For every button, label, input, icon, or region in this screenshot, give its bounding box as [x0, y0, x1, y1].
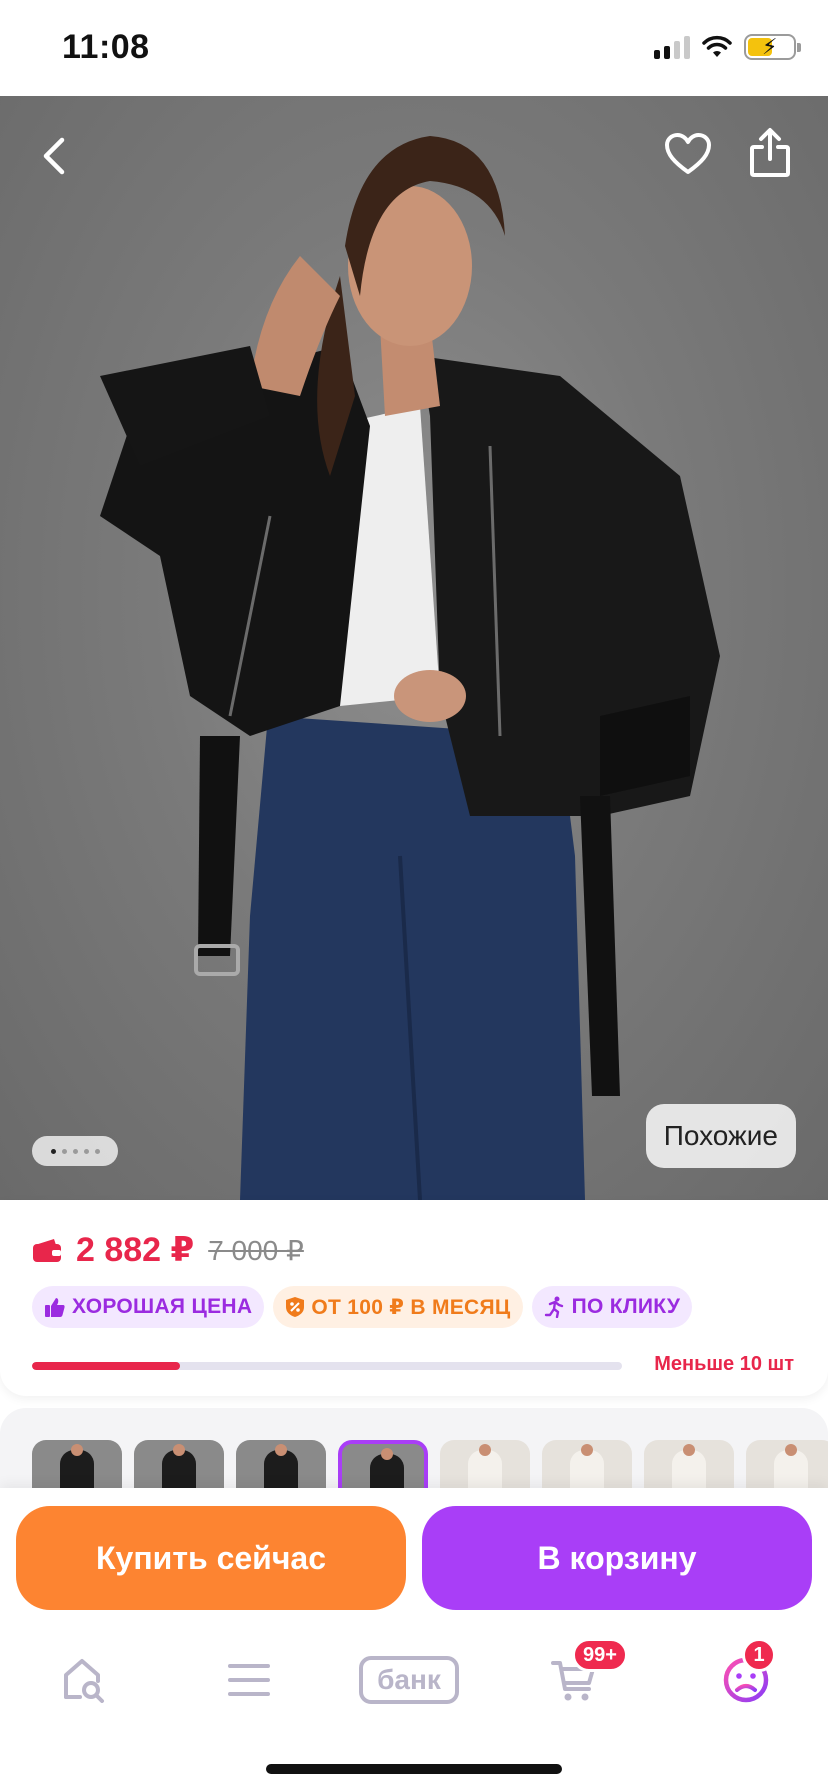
- bank-logo: банк: [359, 1656, 459, 1704]
- tab-bar: банк 99+ 1: [0, 1628, 828, 1792]
- status-icons: ⚡: [654, 34, 801, 60]
- heart-outline-icon: [665, 133, 711, 174]
- image-pager: [32, 1136, 118, 1166]
- badge-list: ХОРОШАЯ ЦЕНА ОТ 100 ₽ В МЕСЯЦ ПО КЛИКУ: [32, 1286, 693, 1328]
- badge-one-click[interactable]: ПО КЛИКУ: [531, 1286, 693, 1328]
- home-indicator: [266, 1764, 562, 1774]
- share-button[interactable]: [748, 124, 792, 182]
- price-current: 2 882 ₽: [76, 1231, 195, 1269]
- pager-dot: [72, 1148, 78, 1154]
- buy-now-button[interactable]: Купить сейчас: [16, 1506, 406, 1610]
- status-bar: 11:08 ⚡: [0, 0, 828, 96]
- running-person-icon: [544, 1296, 563, 1318]
- price-row: 2 882 ₽ 7 000 ₽: [32, 1230, 304, 1270]
- wifi-icon: [702, 35, 732, 57]
- action-bar: Купить сейчас В корзину: [0, 1488, 828, 1628]
- tab-home[interactable]: [44, 1648, 124, 1712]
- badge-good-price[interactable]: ХОРОШАЯ ЦЕНА: [32, 1286, 265, 1328]
- product-photo-model: [100, 136, 720, 1200]
- badge-label: ПО КЛИКУ: [571, 1295, 681, 1318]
- pager-dot: [50, 1148, 56, 1154]
- thumbs-up-icon: [45, 1298, 65, 1317]
- stock-progress-bar: [32, 1362, 622, 1370]
- similar-button[interactable]: Похожие: [645, 1104, 796, 1168]
- tab-catalog[interactable]: [209, 1648, 289, 1712]
- price-card: 2 882 ₽ 7 000 ₽ ХОРОШАЯ ЦЕНА ОТ 100 ₽ В …: [0, 1200, 828, 1396]
- back-button[interactable]: [30, 128, 78, 184]
- badge-label: ОТ 100 ₽ В МЕСЯЦ: [311, 1295, 511, 1319]
- status-time: 11:08: [62, 28, 150, 66]
- pager-dot: [83, 1148, 89, 1154]
- cellular-signal-icon: [654, 35, 690, 59]
- pager-dot: [61, 1148, 67, 1154]
- share-icon: [750, 128, 790, 177]
- cart-count-badge: 99+: [572, 1638, 628, 1672]
- tab-cart[interactable]: 99+: [534, 1638, 628, 1712]
- menu-icon: [228, 1664, 270, 1696]
- profile-count-badge: 1: [742, 1638, 776, 1672]
- pager-dot: [94, 1148, 100, 1154]
- add-to-cart-button[interactable]: В корзину: [422, 1506, 812, 1610]
- home-search-icon: [64, 1659, 104, 1703]
- battery-charging-icon: ⚡: [744, 34, 801, 60]
- thumbnail-strip: [0, 1408, 828, 1498]
- tab-profile[interactable]: 1: [706, 1638, 786, 1712]
- tab-bank[interactable]: банк: [354, 1648, 464, 1712]
- price-old: 7 000 ₽: [208, 1234, 304, 1266]
- badge-label: ХОРОШАЯ ЦЕНА: [72, 1295, 253, 1318]
- stock-label: Меньше 10 шт: [654, 1353, 794, 1375]
- product-image[interactable]: Похожие: [0, 96, 828, 1200]
- badge-installment[interactable]: ОТ 100 ₽ В МЕСЯЦ: [273, 1286, 523, 1328]
- percent-shield-icon: [286, 1297, 305, 1317]
- wallet-icon: [33, 1239, 61, 1262]
- favorite-button[interactable]: [660, 126, 716, 182]
- chevron-left-icon: [43, 137, 65, 175]
- stock-progress-fill: [32, 1362, 180, 1370]
